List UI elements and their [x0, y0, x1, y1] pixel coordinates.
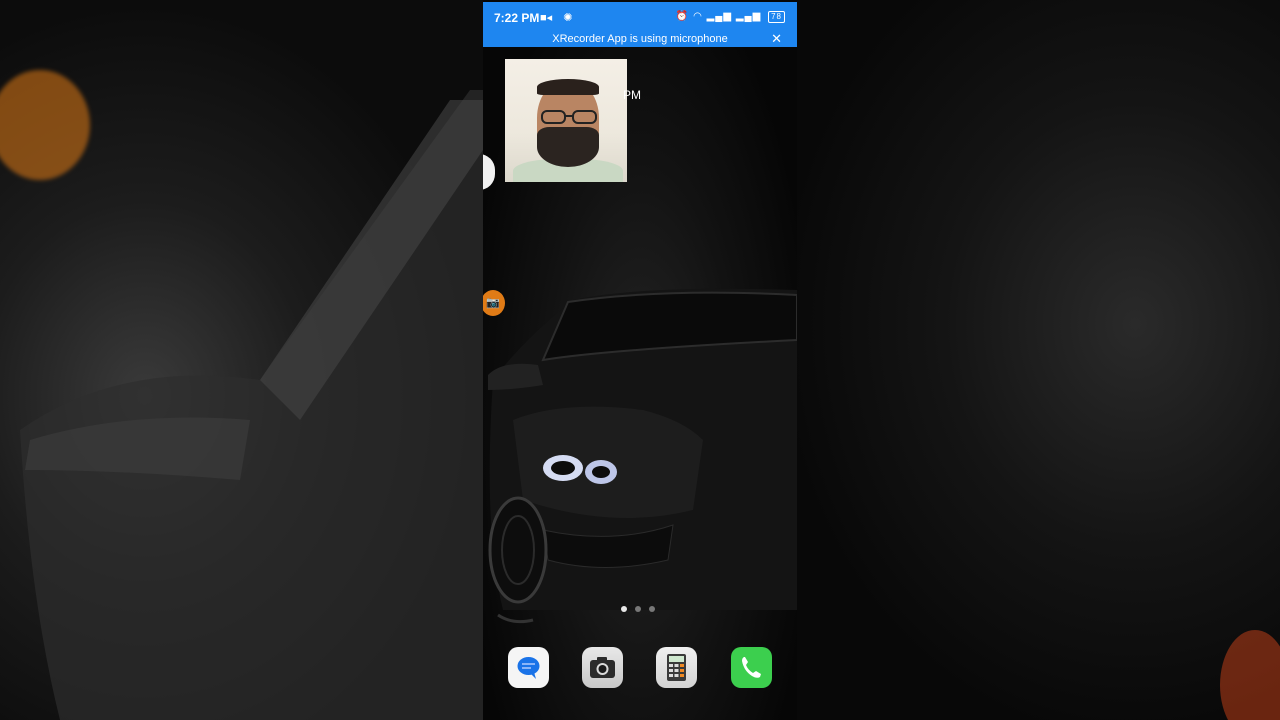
clock-widget-fragment: PM: [623, 88, 641, 102]
wifi-icon: ◠: [693, 11, 703, 22]
messages-app-icon[interactable]: [508, 647, 549, 688]
page-indicator[interactable]: [621, 606, 661, 614]
camera-app-icon[interactable]: [582, 647, 623, 688]
page-dot-1[interactable]: [621, 606, 627, 612]
edge-panel-handle[interactable]: [483, 154, 495, 190]
status-left-icons: ■◂ ✺: [540, 11, 572, 24]
facecam-overlay[interactable]: [505, 59, 627, 182]
facecam-hair: [537, 79, 599, 95]
phone-icon: [742, 657, 761, 678]
signal-icon: ▂▄▆: [706, 11, 733, 22]
facecam-glasses: [541, 110, 597, 124]
alarm-icon: ⏰: [675, 11, 690, 22]
calculator-app-icon[interactable]: [656, 647, 697, 688]
settings-gear-icon: ✺: [563, 12, 573, 24]
close-icon[interactable]: ✕: [771, 32, 782, 45]
phone-app-icon[interactable]: [731, 647, 772, 688]
app-dock: [483, 647, 797, 689]
mic-banner-text: XRecorder App is using microphone: [552, 33, 728, 45]
facecam-beard: [537, 127, 599, 167]
right-blurred-background: [797, 0, 1280, 720]
page-dot-2[interactable]: [635, 606, 641, 612]
camera-icon: [590, 657, 615, 678]
wallpaper-car: [488, 288, 797, 624]
phone-screen: 7:22 PM ■◂ ✺ ⏰ ◠ ▂▄▆ ▂▄▆ 78 XRecorder Ap…: [483, 0, 797, 720]
blurred-car-shape: [20, 90, 483, 720]
status-bar: 7:22 PM ■◂ ✺ ⏰ ◠ ▂▄▆ ▂▄▆ 78: [483, 2, 797, 33]
video-record-icon: ■◂: [540, 12, 553, 24]
battery-icon: 78: [768, 11, 785, 23]
page-dot-3[interactable]: [649, 606, 655, 612]
status-time: 7:22 PM: [494, 11, 540, 25]
signal-icon-2: ▂▄▆: [735, 11, 762, 22]
blurred-record-bubble: [1220, 630, 1280, 720]
status-right-icons: ⏰ ◠ ▂▄▆ ▂▄▆ 78: [676, 11, 785, 23]
microphone-usage-banner[interactable]: XRecorder App is using microphone ✕: [483, 32, 797, 47]
left-blurred-background: [0, 0, 483, 720]
messages-icon: [517, 657, 540, 679]
calculator-icon: [667, 654, 686, 681]
